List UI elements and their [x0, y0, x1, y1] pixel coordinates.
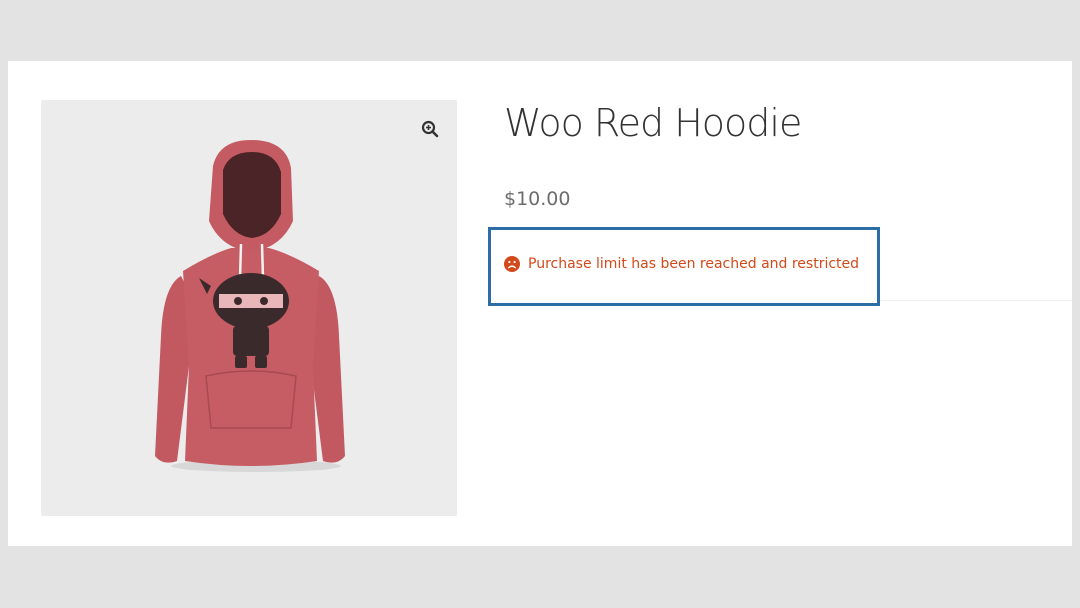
hoodie-hood-opening: [223, 152, 281, 238]
zoom-button[interactable]: [415, 114, 445, 144]
zoom-in-icon: [421, 120, 439, 138]
sad-face-icon: [504, 256, 520, 272]
product-card: Woo Red Hoodie $10.00 Purchase limit has…: [8, 61, 1072, 546]
purchase-limit-notice: Purchase limit has been reached and rest…: [488, 227, 880, 306]
product-gallery: [41, 100, 457, 516]
notice-message: Purchase limit has been reached and rest…: [528, 256, 860, 272]
product-price: $10.00: [504, 188, 571, 210]
product-image[interactable]: [141, 136, 361, 476]
product-title: Woo Red Hoodie: [504, 101, 802, 145]
